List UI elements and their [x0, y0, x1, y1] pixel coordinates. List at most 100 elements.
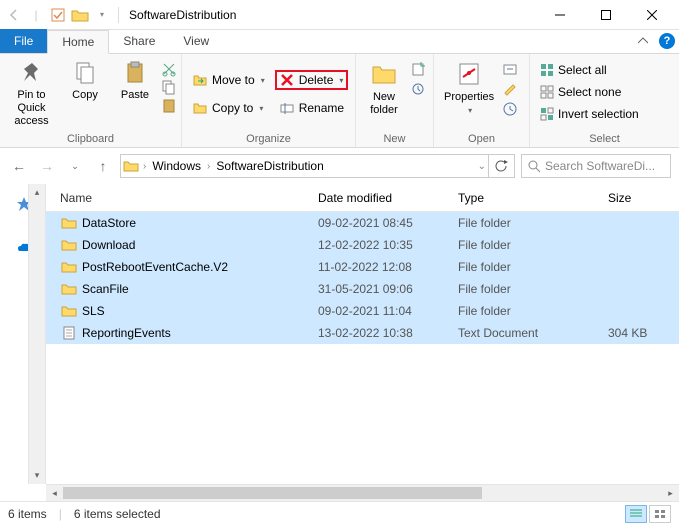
- scroll-left-icon[interactable]: ◂: [46, 488, 63, 499]
- tab-file[interactable]: File: [0, 29, 47, 53]
- item-date: 13-02-2022 10:38: [318, 326, 458, 340]
- list-item[interactable]: Download12-02-2022 10:35File folder: [46, 234, 679, 256]
- chevron-right-icon[interactable]: ›: [143, 161, 146, 172]
- new-folder-icon: [369, 59, 399, 89]
- item-type: File folder: [458, 304, 608, 318]
- list-item[interactable]: PostRebootEventCache.V211-02-2022 12:08F…: [46, 256, 679, 278]
- folder-icon: [123, 159, 139, 173]
- pin-quick-access-button[interactable]: Pin to Quick access: [4, 57, 59, 131]
- close-button[interactable]: [629, 0, 675, 30]
- properties-button[interactable]: Properties▾: [438, 57, 500, 118]
- maximize-button[interactable]: [583, 0, 629, 30]
- new-item-icon[interactable]: [410, 61, 426, 77]
- navigation-row: ← → ⌄ ↑ › Windows › SoftwareDistribution…: [0, 148, 679, 184]
- item-name: PostRebootEventCache.V2: [78, 260, 318, 274]
- help-button[interactable]: ?: [655, 29, 679, 53]
- main-content: ▴ ▾ Name Date modified Type Size DataSto…: [0, 184, 679, 484]
- horizontal-scrollbar[interactable]: ◂ ▸: [46, 484, 679, 501]
- item-name: SLS: [78, 304, 318, 318]
- item-date: 11-02-2022 12:08: [318, 260, 458, 274]
- item-date: 31-05-2021 09:06: [318, 282, 458, 296]
- chevron-down-icon[interactable]: ⌄: [478, 161, 486, 172]
- history-icon[interactable]: [502, 101, 518, 117]
- move-to-button[interactable]: Move to▾: [188, 70, 269, 90]
- item-date: 12-02-2022 10:35: [318, 238, 458, 252]
- ribbon-tabs: File Home Share View ?: [0, 30, 679, 54]
- up-button[interactable]: ↑: [92, 155, 114, 177]
- details-view-button[interactable]: [625, 505, 647, 523]
- column-date[interactable]: Date modified: [318, 191, 458, 205]
- item-name: Download: [78, 238, 318, 252]
- folder-icon: [60, 216, 78, 230]
- back-button[interactable]: ←: [8, 155, 30, 177]
- chevron-right-icon[interactable]: ›: [207, 161, 210, 172]
- select-all-button[interactable]: Select all: [536, 61, 643, 79]
- list-item[interactable]: ScanFile31-05-2021 09:06File folder: [46, 278, 679, 300]
- item-date: 09-02-2021 08:45: [318, 216, 458, 230]
- select-all-icon: [540, 63, 554, 77]
- tab-home[interactable]: Home: [47, 30, 109, 54]
- breadcrumb-windows[interactable]: Windows: [150, 159, 203, 173]
- sidebar-scrollbar[interactable]: ▴ ▾: [28, 184, 45, 484]
- copyto-icon: [192, 100, 208, 116]
- qat-folder-icon[interactable]: [70, 5, 90, 25]
- item-type: Text Document: [458, 326, 608, 340]
- paste-button[interactable]: Paste: [111, 57, 159, 104]
- cut-icon[interactable]: [161, 61, 177, 77]
- group-open-label: Open: [438, 131, 525, 147]
- tab-share[interactable]: Share: [109, 29, 169, 53]
- paste-icon: [121, 59, 149, 87]
- rename-icon: [279, 100, 295, 116]
- item-date: 09-02-2021 11:04: [318, 304, 458, 318]
- column-name[interactable]: Name: [60, 191, 318, 205]
- list-item[interactable]: DataStore09-02-2021 08:45File folder: [46, 212, 679, 234]
- list-item[interactable]: SLS09-02-2021 11:04File folder: [46, 300, 679, 322]
- qat-check-icon[interactable]: [48, 5, 68, 25]
- invert-selection-button[interactable]: Invert selection: [536, 105, 643, 123]
- list-item[interactable]: ReportingEvents13-02-2022 10:38Text Docu…: [46, 322, 679, 344]
- search-input[interactable]: Search SoftwareDi...: [521, 154, 671, 178]
- tab-view[interactable]: View: [169, 29, 223, 53]
- minimize-button[interactable]: [537, 0, 583, 30]
- file-list: Name Date modified Type Size DataStore09…: [46, 184, 679, 484]
- column-size[interactable]: Size: [608, 191, 679, 205]
- search-placeholder: Search SoftwareDi...: [545, 159, 655, 173]
- refresh-button[interactable]: [489, 154, 515, 178]
- pin-icon: [18, 59, 46, 87]
- rename-button[interactable]: Rename: [275, 98, 348, 118]
- item-name: ReportingEvents: [78, 326, 318, 340]
- edit-icon[interactable]: [502, 81, 518, 97]
- column-type[interactable]: Type: [458, 191, 608, 205]
- folder-icon: [60, 282, 78, 296]
- qat-dropdown-icon[interactable]: ▾: [92, 5, 112, 25]
- large-icons-view-button[interactable]: [649, 505, 671, 523]
- new-folder-button[interactable]: New folder: [360, 57, 408, 119]
- copy-button[interactable]: Copy: [61, 57, 109, 104]
- delete-button[interactable]: Delete▾: [275, 70, 348, 90]
- select-none-button[interactable]: Select none: [536, 83, 643, 101]
- invert-icon: [540, 107, 554, 121]
- scroll-thumb[interactable]: [63, 487, 482, 499]
- address-bar[interactable]: › Windows › SoftwareDistribution ⌄: [120, 154, 489, 178]
- scroll-up-icon[interactable]: ▴: [29, 184, 45, 201]
- easy-access-icon[interactable]: [410, 81, 426, 97]
- group-select-label: Select: [534, 131, 675, 147]
- breadcrumb-current[interactable]: SoftwareDistribution: [214, 159, 325, 173]
- copy-to-button[interactable]: Copy to▾: [188, 98, 269, 118]
- item-type: File folder: [458, 260, 608, 274]
- qat-separator: [118, 7, 119, 23]
- navigation-pane[interactable]: ▴ ▾: [0, 184, 46, 484]
- column-headers: Name Date modified Type Size: [46, 184, 679, 212]
- collapse-ribbon-icon[interactable]: [631, 29, 655, 53]
- recent-locations-button[interactable]: ⌄: [64, 155, 86, 177]
- qat-back-icon[interactable]: [4, 5, 24, 25]
- item-type: File folder: [458, 282, 608, 296]
- paste-shortcut-icon[interactable]: [161, 97, 177, 113]
- open-icon[interactable]: [502, 61, 518, 77]
- copy-path-icon[interactable]: [161, 79, 177, 95]
- scroll-down-icon[interactable]: ▾: [29, 467, 45, 484]
- text-file-icon: [60, 326, 78, 340]
- forward-button[interactable]: →: [36, 155, 58, 177]
- scroll-right-icon[interactable]: ▸: [662, 488, 679, 499]
- window-title: SoftwareDistribution: [129, 8, 236, 22]
